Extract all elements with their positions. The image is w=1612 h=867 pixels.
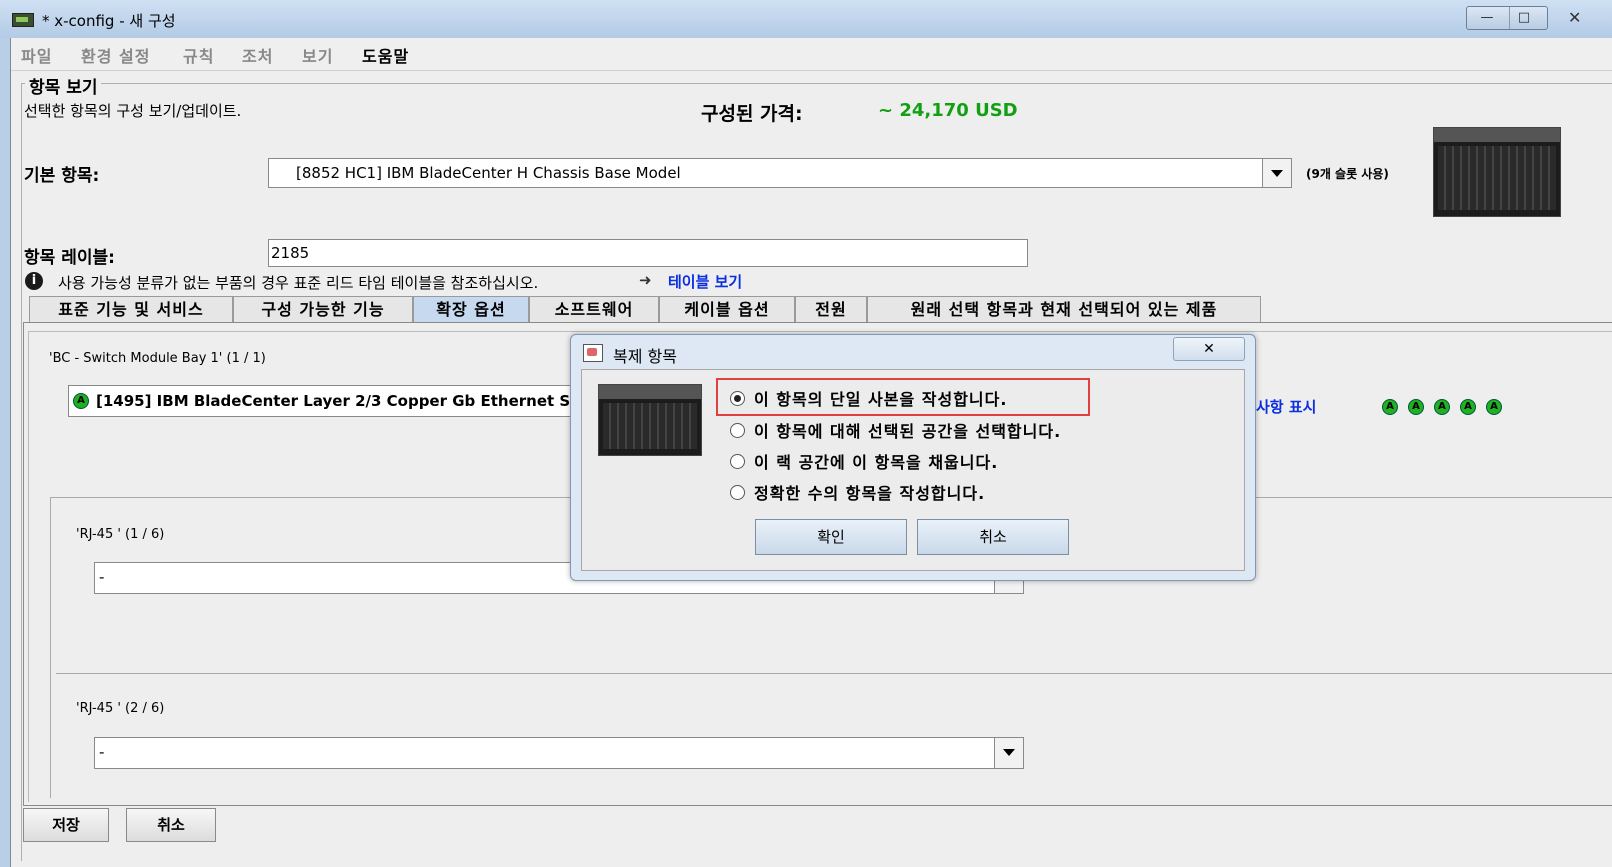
menu-actions[interactable]: 조처 bbox=[242, 43, 273, 67]
status-a-icon: A bbox=[1408, 399, 1424, 415]
tab-power[interactable]: 전원 bbox=[795, 296, 867, 323]
maximize-button[interactable]: □ bbox=[1509, 7, 1538, 29]
section-border bbox=[21, 83, 1612, 84]
menu-help[interactable]: 도움말 bbox=[362, 43, 409, 67]
ok-button[interactable]: 확인 bbox=[755, 519, 907, 555]
status-a-icon: A bbox=[1382, 399, 1398, 415]
status-a-icon: A bbox=[1486, 399, 1502, 415]
base-item-value: [8852 HC1] IBM BladeCenter H Chassis Bas… bbox=[296, 164, 681, 182]
menu-rules[interactable]: 규칙 bbox=[183, 43, 214, 67]
bay-select[interactable]: A [1495] IBM BladeCenter Layer 2/3 Coppe… bbox=[68, 385, 590, 417]
status-icons: A A A A A bbox=[1382, 399, 1512, 415]
tab-standard-features[interactable]: 표준 기능 및 서비스 bbox=[29, 296, 233, 323]
rj45-select-2[interactable]: - bbox=[94, 737, 1024, 769]
status-a-icon: A bbox=[1460, 399, 1476, 415]
slots-note: (9개 슬롯 사용) bbox=[1306, 167, 1389, 181]
item-label-value: 2185 bbox=[271, 244, 310, 262]
dialog-title: 복제 항목 bbox=[613, 347, 677, 366]
chevron-down-icon[interactable] bbox=[1262, 159, 1291, 187]
rj45-title-2: 'RJ-45 ' (2 / 6) bbox=[76, 701, 165, 716]
view-table-link[interactable]: 테이블 보기 bbox=[668, 271, 742, 292]
info-icon: i bbox=[25, 272, 43, 290]
menu-file[interactable]: 파일 bbox=[21, 43, 52, 67]
info-text: 사용 가능성 분류가 없는 부품의 경우 표준 리드 타임 테이블을 참조하십시… bbox=[58, 274, 539, 292]
dialog-body: 이 항목의 단일 사본을 작성합니다. 이 항목에 대해 선택된 공간을 선택합… bbox=[581, 369, 1245, 571]
tab-cable-options[interactable]: 케이블 옵션 bbox=[659, 296, 795, 323]
option-select-space-radio[interactable] bbox=[730, 423, 745, 438]
tab-configurable-features[interactable]: 구성 가능한 기능 bbox=[233, 296, 413, 323]
tab-expansion-options[interactable]: 확장 옵션 bbox=[413, 296, 529, 323]
price-value: ~ 24,170 USD bbox=[878, 100, 1018, 121]
option-exact-count-radio[interactable] bbox=[730, 485, 745, 500]
show-details-link[interactable]: 사항 표시 bbox=[1256, 396, 1316, 417]
cancel-button[interactable]: 취소 bbox=[126, 808, 216, 842]
price-label: 구성된 가격: bbox=[701, 103, 803, 125]
status-a-icon: A bbox=[1434, 399, 1450, 415]
option-fill-rack-label[interactable]: 이 랙 공간에 이 항목을 채웁니다. bbox=[754, 449, 998, 473]
bay-selected-value: [1495] IBM BladeCenter Layer 2/3 Copper … bbox=[96, 392, 571, 410]
base-item-label: 기본 항목: bbox=[24, 166, 100, 186]
arrow-right-icon: ➜ bbox=[639, 271, 652, 289]
window-controls: — □ bbox=[1466, 6, 1548, 30]
menu-bar: 파일 환경 설정 규칙 조처 보기 도움말 bbox=[11, 38, 1612, 71]
base-item-select[interactable]: [8852 HC1] IBM BladeCenter H Chassis Bas… bbox=[268, 158, 1292, 188]
item-label-label: 항목 레이블: bbox=[24, 248, 115, 268]
bay-title: 'BC - Switch Module Bay 1' (1 / 1) bbox=[49, 351, 266, 366]
tab-original-vs-current[interactable]: 원래 선택 항목과 현재 선택되어 있는 제품 bbox=[867, 296, 1261, 323]
item-label-input[interactable]: 2185 bbox=[268, 239, 1028, 267]
window-close-button[interactable]: ✕ bbox=[1568, 8, 1581, 27]
dialog-cancel-button[interactable]: 취소 bbox=[917, 519, 1069, 555]
option-single-copy-label[interactable]: 이 항목의 단일 사본을 작성합니다. bbox=[754, 386, 1007, 410]
tab-software[interactable]: 소프트웨어 bbox=[529, 296, 659, 323]
dialog-close-button[interactable]: ✕ bbox=[1173, 337, 1245, 361]
option-single-copy-radio[interactable] bbox=[730, 391, 745, 406]
java-icon bbox=[583, 344, 603, 362]
rj45-value-1: - bbox=[99, 568, 105, 586]
rj45-value-2: - bbox=[99, 743, 105, 761]
chevron-down-icon[interactable] bbox=[994, 738, 1023, 768]
availability-icon: A bbox=[73, 393, 89, 409]
save-button[interactable]: 저장 bbox=[23, 808, 109, 842]
item-image bbox=[598, 384, 702, 456]
section-description: 선택한 항목의 구성 보기/업데이트. bbox=[24, 102, 242, 120]
menu-preferences[interactable]: 환경 설정 bbox=[81, 43, 150, 67]
option-select-space-label[interactable]: 이 항목에 대해 선택된 공간을 선택합니다. bbox=[754, 418, 1061, 442]
section-legend: 항목 보기 bbox=[25, 73, 102, 98]
window-titlebar: * x-config - 새 구성 — □ ✕ bbox=[0, 0, 1612, 38]
minimize-button[interactable]: — bbox=[1473, 7, 1501, 29]
window-title: * x-config - 새 구성 bbox=[42, 12, 176, 30]
duplicate-item-dialog: 복제 항목 ✕ 이 항목의 단일 사본을 작성합니다. 이 항목에 대해 선택된… bbox=[570, 334, 1256, 581]
app-icon bbox=[12, 13, 34, 27]
section-border-left bbox=[21, 83, 22, 861]
divider bbox=[56, 673, 1612, 674]
option-exact-count-label[interactable]: 정확한 수의 항목을 작성합니다. bbox=[754, 480, 985, 504]
chassis-image bbox=[1433, 127, 1561, 217]
option-fill-rack-radio[interactable] bbox=[730, 454, 745, 469]
rj45-title-1: 'RJ-45 ' (1 / 6) bbox=[76, 527, 165, 542]
menu-view[interactable]: 보기 bbox=[302, 43, 333, 67]
